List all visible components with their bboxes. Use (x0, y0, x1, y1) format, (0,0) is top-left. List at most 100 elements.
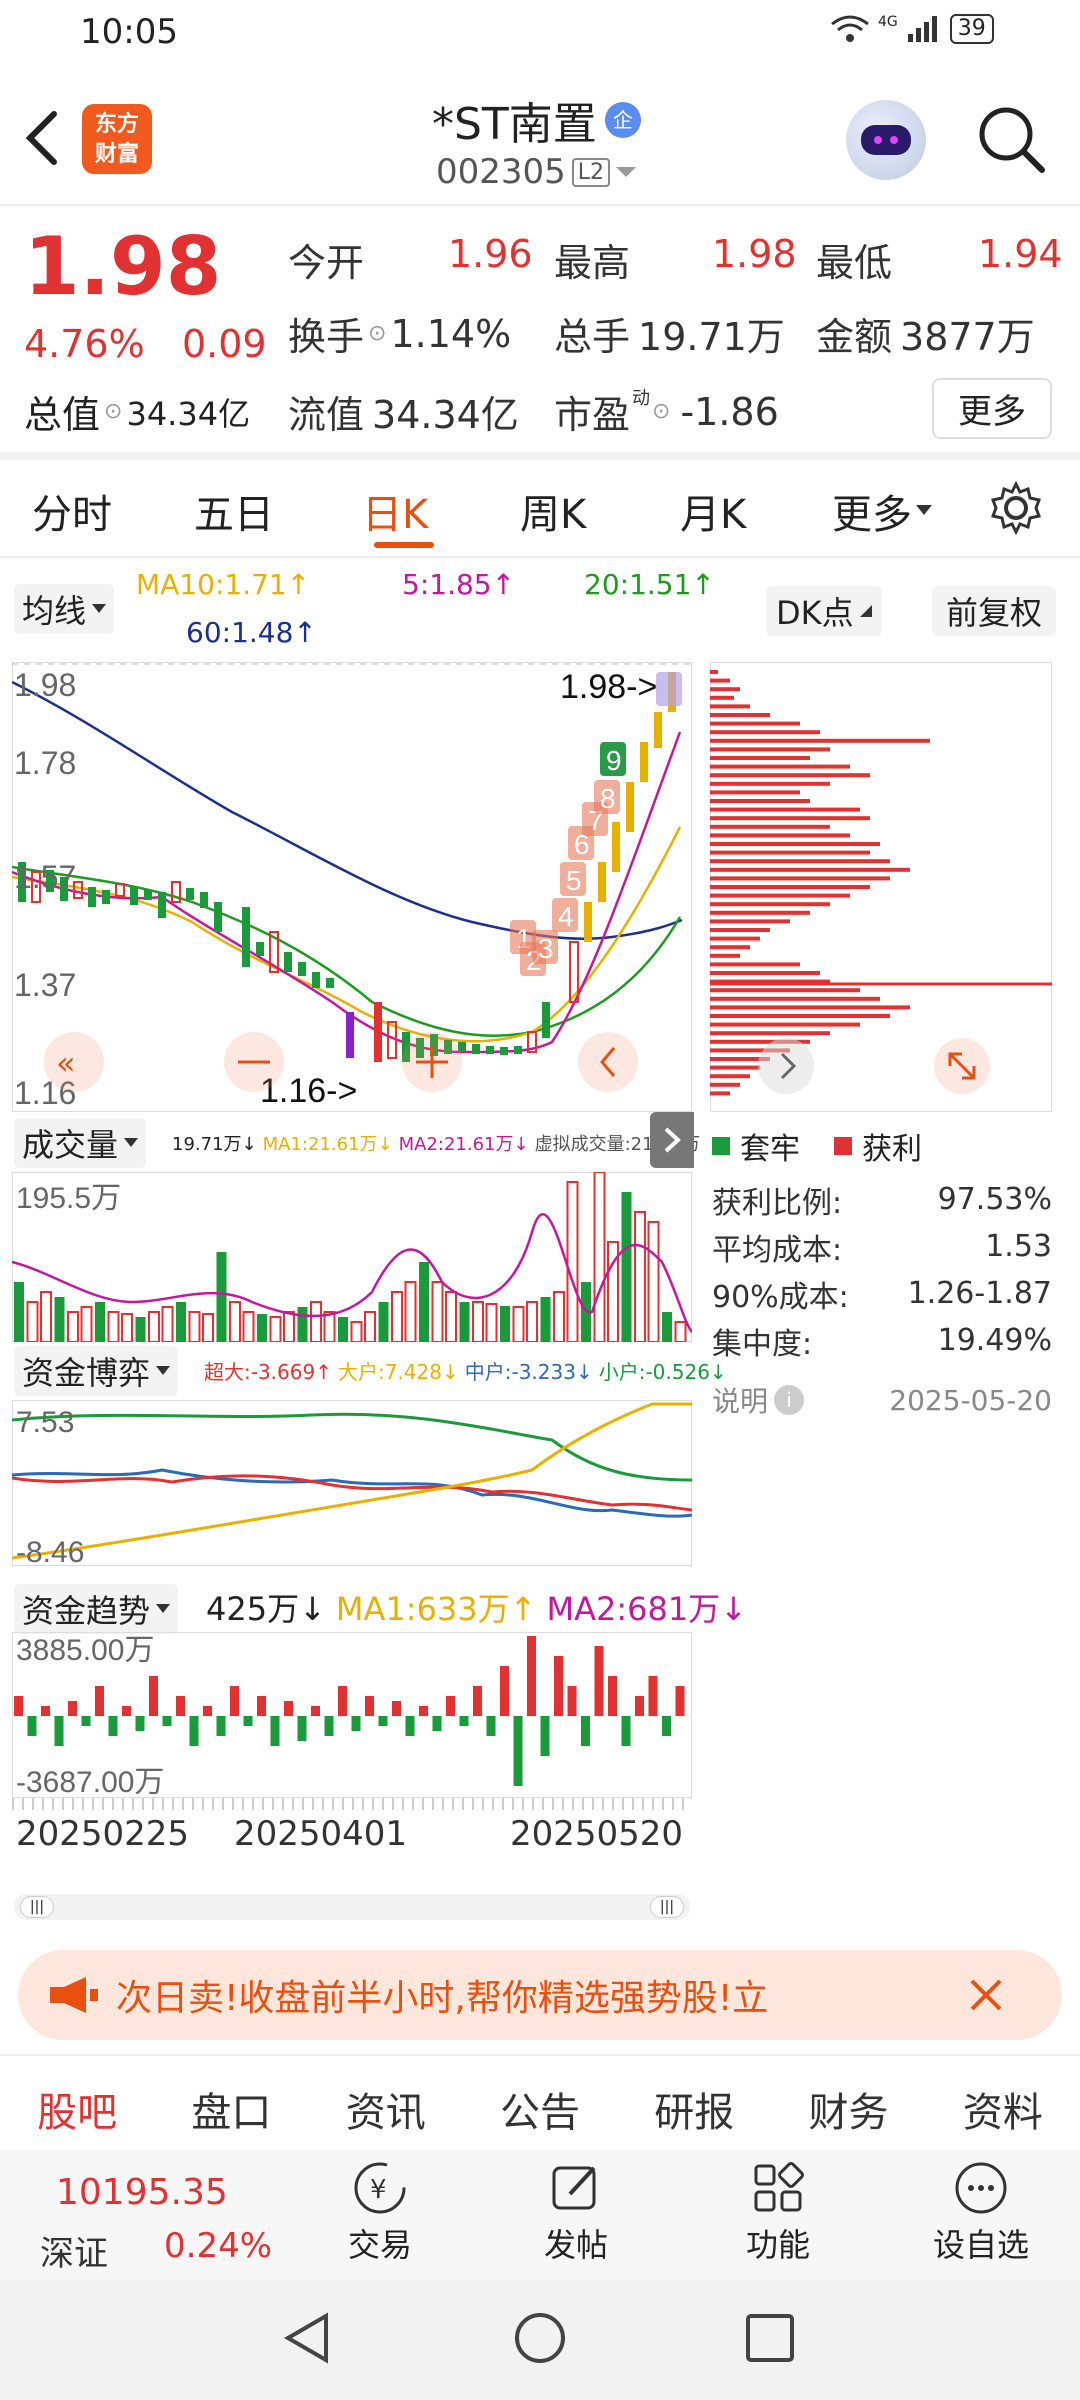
app-logo[interactable]: 东方 财富 (82, 104, 152, 174)
volume-bar (148, 1311, 160, 1342)
chip-bar (710, 764, 850, 769)
promo-banner[interactable]: 次日卖!收盘前半小时,帮你精选强势股!立 (18, 1950, 1062, 2040)
more-button[interactable]: 更多 (932, 378, 1052, 439)
stock-title-row[interactable]: *ST南置 企 (432, 88, 641, 152)
chip-bar (710, 824, 830, 829)
chip-stat-value: 1.53 (985, 1229, 1052, 1264)
chip-bar (710, 928, 770, 932)
large: 大户:7.428↓ (337, 1360, 459, 1384)
fund-trend-bar (621, 1716, 631, 1746)
fund-trend-bar (419, 1706, 428, 1716)
ma-selector[interactable]: 均线 (14, 584, 115, 634)
tab-order-book[interactable]: 盘口 (191, 2080, 271, 2138)
search-icon[interactable] (976, 104, 1048, 176)
kline-chart[interactable]: 1 2 3 4 5 6 7 8 9 1.98 1.78 1.57 1.37 1.… (12, 662, 692, 1112)
high-marker: 1.98-> (560, 668, 657, 706)
volume-bar (391, 1291, 403, 1342)
dk-point-selector[interactable]: DK点 (766, 586, 882, 636)
range-scrollbar[interactable]: ||| ||| (14, 1894, 690, 1920)
info-icon[interactable]: ⊙ (368, 321, 386, 346)
expand-panel-button[interactable] (650, 1112, 694, 1168)
volume-label: 总手 (554, 315, 631, 359)
pe-sup: 动 (632, 388, 651, 409)
scroll-handle-left[interactable]: ||| (20, 1896, 54, 1918)
scroll-handle-right[interactable]: ||| (650, 1896, 684, 1918)
info-icon[interactable]: ⊙ (104, 399, 122, 424)
volume-bar (107, 1311, 120, 1342)
chip-bar (710, 842, 880, 846)
fund-game-y-top: 7.53 (16, 1406, 74, 1439)
turnover-label: 换手 (288, 315, 365, 359)
volume-bar (500, 1306, 510, 1342)
chip-bar (710, 730, 820, 735)
battery-icon: 39 (949, 14, 994, 44)
chip-bar (710, 988, 860, 993)
chart-tabs: 分时 五日 日K 周K 月K 更多 (0, 470, 1080, 550)
nav-recents-icon[interactable] (744, 2312, 796, 2364)
tab-forum[interactable]: 股吧 (37, 2080, 117, 2138)
tab-five-day[interactable]: 五日 (194, 482, 274, 540)
chip-bar (710, 1014, 890, 1018)
volume-bar (540, 1297, 551, 1342)
chip-stat-row: 90%成本: 1.26-1.87 (712, 1270, 1052, 1317)
turnover-item: 换手 ⊙ 1.14% (288, 306, 511, 361)
float-label: 流值 (288, 393, 365, 437)
stock-name: *ST南置 (432, 99, 597, 150)
volume-bar (526, 1301, 538, 1342)
fund-trend-selector[interactable]: 资金趋势 (14, 1584, 179, 1634)
post-button[interactable]: 发帖 (526, 2160, 626, 2266)
tab-monthly-k[interactable]: 月K (680, 482, 746, 540)
trade-yen-icon: ¥ (354, 2162, 406, 2214)
tab-announcement[interactable]: 公告 (500, 2080, 580, 2138)
fund-trend-bar (230, 1686, 239, 1716)
fund-trend-bar (203, 1706, 212, 1716)
wifi-icon (831, 15, 869, 42)
chip-stat-value: 97.53% (937, 1182, 1052, 1217)
chip-bar (710, 953, 740, 958)
tab-news[interactable]: 资讯 (346, 2080, 426, 2138)
volume-selector-label: 成交量 (22, 1126, 119, 1164)
volume-bar (445, 1291, 457, 1342)
fund-trend-bar (500, 1666, 509, 1716)
ma60-line (12, 680, 683, 940)
fund-trend-bar (81, 1716, 91, 1726)
fund-game-selector[interactable]: 资金博弈 (14, 1346, 179, 1396)
info-icon[interactable]: ⊙ (652, 399, 670, 424)
enterprise-badge: 企 (604, 102, 641, 138)
index-quote[interactable]: 10195.35 深证 0.24% (0, 2150, 272, 2280)
tab-intraday[interactable]: 分时 (32, 482, 112, 540)
pe-value: -1.86 (680, 389, 779, 434)
post-label: 发帖 (543, 2226, 608, 2264)
fund-trend-bar (486, 1716, 496, 1736)
nav-back-icon[interactable] (282, 2310, 334, 2366)
tab-research[interactable]: 研报 (654, 2080, 734, 2138)
fund-game-stats: 超大:-3.669↑ 大户:7.428↓ 中户:-3.233↓ 小户:-0.52… (204, 1356, 727, 1385)
chip-bar (710, 747, 830, 752)
chip-legend: 套牢 获利 (712, 1124, 922, 1168)
caret-down-icon (92, 604, 107, 613)
close-icon[interactable] (964, 1973, 1008, 2017)
assistant-robot-icon[interactable] (846, 100, 926, 180)
adjust-button[interactable]: 前复权 (932, 586, 1057, 636)
volume-bar (553, 1291, 565, 1342)
functions-button[interactable]: 功能 (728, 2160, 828, 2266)
tab-weekly-k[interactable]: 周K (520, 482, 586, 540)
settings-gear-icon[interactable] (988, 480, 1044, 536)
stock-code-row[interactable]: 002305 L2 (436, 152, 637, 192)
tab-finance[interactable]: 财务 (809, 2080, 889, 2138)
nav-home-icon[interactable] (512, 2310, 568, 2366)
volume-bar (323, 1311, 336, 1342)
add-watchlist-button[interactable]: 设自选 (916, 2160, 1046, 2266)
volume-selector[interactable]: 成交量 (14, 1118, 147, 1168)
back-icon[interactable] (20, 108, 64, 168)
tab-more[interactable]: 更多 (832, 482, 932, 540)
legend-profit: 获利 (862, 1132, 922, 1167)
chip-bar (710, 799, 810, 803)
tab-daily-k[interactable]: 日K (362, 482, 428, 540)
tab-profile[interactable]: 资料 (963, 2080, 1043, 2138)
chip-note-link[interactable]: 说明 i (712, 1380, 805, 1420)
megaphone-icon (50, 1977, 98, 2013)
date-mid: 20250401 (234, 1814, 408, 1854)
chip-bar (710, 687, 740, 692)
trade-button[interactable]: ¥ 交易 (330, 2160, 430, 2266)
